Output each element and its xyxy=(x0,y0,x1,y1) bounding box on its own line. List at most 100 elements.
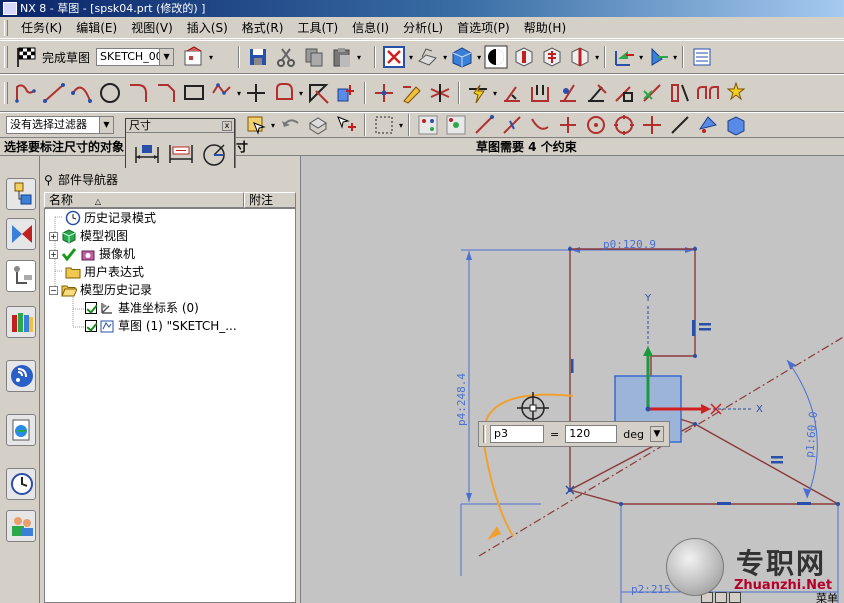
convert-reference-icon[interactable] xyxy=(668,81,692,105)
tree-item-user-expressions[interactable]: 用户表达式 xyxy=(65,263,144,281)
clip-section-icon[interactable] xyxy=(568,45,592,69)
cross-constraint-icon[interactable] xyxy=(428,81,452,105)
offset-curve-icon[interactable] xyxy=(272,81,296,105)
general-selection-icon[interactable] xyxy=(244,113,268,137)
expand-plus-icon[interactable]: + xyxy=(49,231,58,241)
red-cube-section-icon[interactable] xyxy=(512,45,536,69)
part-navigator-icon[interactable] xyxy=(6,260,36,292)
select-add-icon[interactable] xyxy=(334,113,358,137)
snap-intersection-icon[interactable] xyxy=(556,113,580,137)
roles-icon[interactable] xyxy=(6,510,36,542)
chevron-down-icon[interactable]: ▾ xyxy=(209,53,213,62)
line-icon[interactable] xyxy=(42,81,66,105)
snap-tangent-icon[interactable] xyxy=(528,113,552,137)
chevron-down-icon[interactable]: ▾ xyxy=(639,53,643,62)
polygon-icon[interactable] xyxy=(210,81,234,105)
tree-item-model-history[interactable]: − 模型历史记录 xyxy=(49,281,152,299)
view-mini-button[interactable] xyxy=(729,592,741,603)
visibility-checkbox[interactable] xyxy=(85,320,97,332)
menu-view[interactable]: 视图(V) xyxy=(124,19,180,36)
inferred-constraint-icon[interactable] xyxy=(372,81,396,105)
chevron-down-icon[interactable]: ▾ xyxy=(595,53,599,62)
copy-icon[interactable] xyxy=(302,45,326,69)
reference-dim-icon[interactable] xyxy=(166,137,196,169)
wcs-dynamics-icon[interactable] xyxy=(612,45,636,69)
pencil-sketch-icon[interactable] xyxy=(400,81,424,105)
infer-settings-icon[interactable] xyxy=(724,81,748,105)
snap-body-icon[interactable] xyxy=(724,113,748,137)
alternate-solution-icon[interactable] xyxy=(696,81,720,105)
move-object-icon[interactable] xyxy=(646,45,670,69)
cut-icon[interactable] xyxy=(274,45,298,69)
menu-edit[interactable]: 编辑(E) xyxy=(69,19,124,36)
pin-icon[interactable]: ⚲ xyxy=(44,172,54,188)
menu-info[interactable]: 信息(I) xyxy=(345,19,396,36)
dimension-toolbar-title[interactable]: 尺寸 xyxy=(126,119,234,133)
snap-midpoint-icon[interactable] xyxy=(500,113,524,137)
remove-constraint-icon[interactable] xyxy=(640,81,664,105)
show-constraints-icon[interactable] xyxy=(556,81,580,105)
menu-task[interactable]: 任务(K) xyxy=(14,19,69,36)
layer-settings-icon[interactable] xyxy=(690,45,714,69)
paste-icon[interactable] xyxy=(330,45,354,69)
chevron-down-icon[interactable]: ▾ xyxy=(409,53,413,62)
dimension-p4-text[interactable]: p4:248.4 xyxy=(455,373,468,426)
finish-sketch-label[interactable]: 完成草图 xyxy=(42,49,90,66)
arc-icon[interactable] xyxy=(70,81,94,105)
tree-item-history-mode[interactable]: 历史记录模式 xyxy=(65,209,156,227)
cube-grid-icon[interactable] xyxy=(540,45,564,69)
finish-sketch-flag-icon[interactable] xyxy=(14,45,38,69)
snap-grid-icon[interactable] xyxy=(444,113,468,137)
menu-tools[interactable]: 工具(T) xyxy=(290,19,345,36)
menu-analysis[interactable]: 分析(L) xyxy=(396,19,450,36)
undo-select-icon[interactable] xyxy=(278,113,302,137)
snap-quadrant-icon[interactable] xyxy=(612,113,636,137)
constraint-navigator-icon[interactable] xyxy=(6,218,36,250)
fit-view-icon[interactable] xyxy=(382,45,406,69)
assembly-navigator-icon[interactable] xyxy=(6,178,36,210)
snap-line-icon[interactable] xyxy=(472,113,496,137)
chevron-down-icon[interactable]: ▾ xyxy=(493,89,497,98)
rapid-dimension-icon[interactable] xyxy=(466,81,490,105)
dimension-name-field[interactable]: p3 xyxy=(490,425,544,443)
point-icon[interactable] xyxy=(244,81,268,105)
menu-insert[interactable]: 插入(S) xyxy=(180,19,235,36)
dimension-value-field[interactable]: 120 xyxy=(565,425,618,443)
snap-arc-center-icon[interactable] xyxy=(584,113,608,137)
visibility-checkbox[interactable] xyxy=(85,302,97,314)
profile-icon[interactable] xyxy=(14,81,38,105)
close-icon[interactable]: x xyxy=(222,121,232,131)
graphics-window[interactable]: Y X p0:120.9 p4:248.4 p1:60.0 p2:215 xyxy=(300,156,844,603)
selection-filter-select[interactable]: 没有选择过滤器 ▼ xyxy=(6,116,114,134)
horizontal-dim-icon[interactable] xyxy=(132,137,162,169)
snap-endpoint-icon[interactable] xyxy=(416,113,440,137)
chevron-down-icon[interactable]: ▾ xyxy=(443,53,447,62)
shaded-cube-icon[interactable] xyxy=(450,45,474,69)
chevron-down-icon[interactable]: ▾ xyxy=(399,121,403,130)
menu-preferences[interactable]: 首选项(P) xyxy=(450,19,517,36)
project-curve-icon[interactable] xyxy=(334,81,358,105)
expand-plus-icon[interactable]: + xyxy=(49,249,58,259)
circle-icon[interactable] xyxy=(98,81,122,105)
chevron-down-icon[interactable]: ▾ xyxy=(299,89,303,98)
fillet-icon[interactable] xyxy=(126,81,150,105)
snap-existing-point-icon[interactable] xyxy=(640,113,664,137)
chamfer-icon[interactable] xyxy=(154,81,178,105)
quick-trim-icon[interactable] xyxy=(306,81,330,105)
chevron-down-icon[interactable]: ▾ xyxy=(271,121,275,130)
box-select-icon[interactable] xyxy=(372,113,396,137)
animate-dimension-icon[interactable] xyxy=(612,81,636,105)
chevron-down-icon[interactable]: ▾ xyxy=(357,53,361,62)
save-icon[interactable] xyxy=(246,45,270,69)
view-mini-button[interactable] xyxy=(715,592,727,603)
dimension-p2-text[interactable]: p2:215 xyxy=(631,583,671,596)
snap-on-face-icon[interactable] xyxy=(696,113,720,137)
constraints-icon[interactable] xyxy=(500,81,524,105)
help-feed-icon[interactable] xyxy=(6,360,36,392)
dimension-p0-text[interactable]: p0:120.9 xyxy=(603,238,656,251)
sketch-canvas[interactable]: Y X p0:120.9 p4:248.4 p1:60.0 p2:215 xyxy=(301,156,844,603)
tree-item-datum-csys[interactable]: 基准坐标系 (0) xyxy=(85,299,199,317)
rectangle-icon[interactable] xyxy=(182,81,206,105)
onscreen-input-grip[interactable] xyxy=(483,425,486,443)
menu-format[interactable]: 格式(R) xyxy=(235,19,291,36)
